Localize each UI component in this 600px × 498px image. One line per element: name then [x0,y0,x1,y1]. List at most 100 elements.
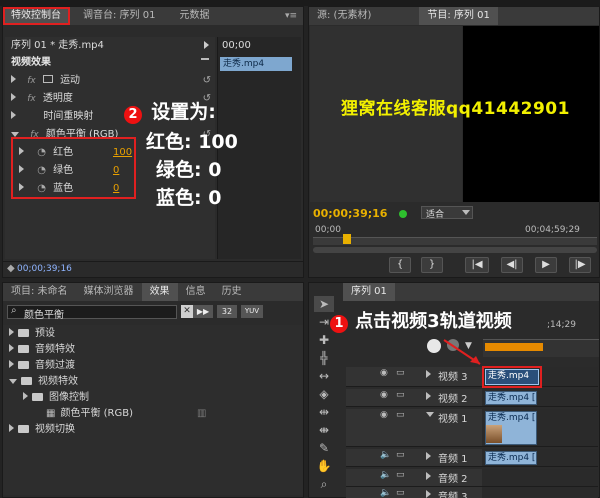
project-tabbar: 项目: 未命名 媒体浏览器 效果 信息 历史 [3,283,303,301]
tree-item[interactable]: 音频特效 [9,343,75,357]
track-header[interactable]: ◉ ▭ 视频 3 [346,367,482,387]
track-target-icon[interactable]: ▭ [396,368,405,378]
timeline-clip[interactable]: 走秀.mp4 [ [485,391,537,405]
monitor-ruler[interactable] [313,237,597,245]
tree-item[interactable]: ▦ 颜色平衡 (RGB) ▥ [37,407,206,421]
fit-dropdown[interactable]: 适合 [421,206,473,220]
timeline-clip[interactable]: 走秀.mp4 [ [485,451,537,465]
track-target-icon[interactable]: ▭ [396,470,405,480]
tab-sequence[interactable]: 序列 01 [343,283,395,301]
speaker-icon[interactable]: 🔈 [380,488,391,498]
snap-icon[interactable] [427,339,441,353]
step-forward-button[interactable]: |▶ [569,257,591,273]
tab-project[interactable]: 项目: 未命名 [3,283,76,301]
effect-clip-chip[interactable]: 走秀.mp4 [220,57,292,71]
reset-icon[interactable]: ↺ [203,74,211,88]
expand-triangle-icon[interactable] [9,328,14,336]
rolling-edit-tool-icon[interactable]: ╬ [314,350,334,366]
eye-icon[interactable]: ◉ [380,410,388,420]
expand-triangle-icon[interactable] [23,392,28,400]
expand-triangle-icon[interactable] [426,392,431,400]
collapse-triangle-icon[interactable] [426,412,434,417]
effect-footer: ◆ 00;00;39;16 [3,261,303,277]
dropdown-arrow-icon [462,210,470,215]
tab-source[interactable]: 源: (无素材) [309,7,379,25]
monitor-timecode: 00;00;39;16 [313,207,388,220]
play-button[interactable]: ▶ [535,257,557,273]
effect-row-motion[interactable]: fx 运动 ↺ [11,74,211,88]
search-field[interactable]: ⌕ 颜色平衡 [7,305,177,321]
go-to-in-button[interactable]: |◀ [465,257,489,273]
pen-tool-icon[interactable]: ✎ [314,440,334,456]
slip-tool-icon[interactable]: ⇹ [314,404,334,420]
expand-triangle-icon[interactable] [11,111,16,119]
badge-32[interactable]: 32 [217,305,237,318]
tree-item[interactable]: 视频特效 [9,375,78,389]
tab-history[interactable]: 历史 [214,283,250,301]
clear-search-icon[interactable]: ✕ [181,305,193,318]
track-header[interactable]: ◉ ▭ 视频 2 [346,389,482,407]
track-target-icon[interactable]: ▭ [396,450,405,460]
track-lane[interactable] [482,487,598,498]
mark-in-button[interactable]: { [389,257,411,273]
work-area-bar[interactable] [485,343,543,351]
effect-time-label: 00;00 [222,40,251,51]
tree-item[interactable]: 图像控制 [23,391,89,405]
accelerated-badge-icon[interactable]: ▶▶ [193,305,213,318]
razor-tool-icon[interactable]: ◈ [314,386,334,402]
folder-icon [18,361,29,369]
search-icon: ⌕ [11,305,17,316]
track-target-icon[interactable]: ▭ [396,488,405,498]
tab-metadata[interactable]: 元数据 [171,7,217,25]
speaker-icon[interactable]: 🔈 [380,450,391,460]
step-back-button[interactable]: ◀| [501,257,523,273]
tree-item[interactable]: 预设 [9,327,55,341]
track-header[interactable]: 🔈 ▭ 音频 1 [346,449,482,467]
track-lane[interactable] [482,469,598,487]
track-target-icon[interactable]: ▭ [396,390,405,400]
expand-triangle-icon[interactable] [426,490,431,498]
expand-triangle-icon[interactable] [426,370,431,378]
project-panel: 项目: 未命名 媒体浏览器 效果 信息 历史 ⌕ 颜色平衡 ✕ ▶▶ 32 YU… [2,282,304,498]
monitor-panel: 源: (无素材) 节目: 序列 01 狸窝在线客服qq41442901 00;0… [308,6,600,278]
expand-triangle-icon[interactable] [426,452,431,460]
playhead-marker-icon[interactable] [343,234,351,244]
expand-triangle-icon[interactable] [11,93,16,101]
zoom-tool-icon[interactable]: ⌕ [314,476,334,492]
mark-out-button[interactable]: } [421,257,443,273]
section-toggle-icon[interactable] [201,58,209,66]
folder-icon [21,377,32,385]
eye-icon[interactable]: ◉ [380,368,388,378]
tree-item[interactable]: 视频切换 [9,423,75,437]
tab-audio-mixer[interactable]: 调音台: 序列 01 [75,7,163,25]
track-target-icon[interactable]: ▭ [396,410,405,420]
tab-program[interactable]: 节目: 序列 01 [419,7,498,25]
expand-triangle-icon[interactable] [9,360,14,368]
hand-tool-icon[interactable]: ✋ [314,458,334,474]
collapse-triangle-icon[interactable] [9,379,17,384]
rate-stretch-tool-icon[interactable]: ↔ [314,368,334,384]
track-header[interactable]: ◉ ▭ 视频 1 [346,409,482,447]
badge-yuv[interactable]: YUV [241,305,263,318]
tab-info[interactable]: 信息 [178,283,214,301]
ripple-edit-tool-icon[interactable]: ✚ [314,332,334,348]
slide-tool-icon[interactable]: ⇼ [314,422,334,438]
expand-arrow-icon[interactable] [204,41,209,49]
track-header[interactable]: 🔈 ▭ 音频 2 [346,469,482,487]
eye-icon[interactable]: ◉ [380,390,388,400]
track-header[interactable]: 🔈 ▭ 音频 3 [346,487,482,498]
tree-item-label: 视频特效 [38,376,78,387]
expand-triangle-icon[interactable] [9,424,14,432]
expand-triangle-icon[interactable] [426,472,431,480]
tree-item[interactable]: 音频过渡 [9,359,75,373]
playhead-icon: ◆ [7,263,15,274]
tab-effects[interactable]: 效果 [141,283,178,301]
speaker-icon[interactable]: 🔈 [380,470,391,480]
search-value: 颜色平衡 [24,310,64,321]
expand-triangle-icon[interactable] [9,344,14,352]
expand-triangle-icon[interactable] [11,75,16,83]
monitor-scrollbar[interactable] [313,247,597,253]
tab-media-browser[interactable]: 媒体浏览器 [76,283,142,301]
panel-menu-icon[interactable]: ▾≡ [285,11,297,21]
folder-icon [18,329,29,337]
